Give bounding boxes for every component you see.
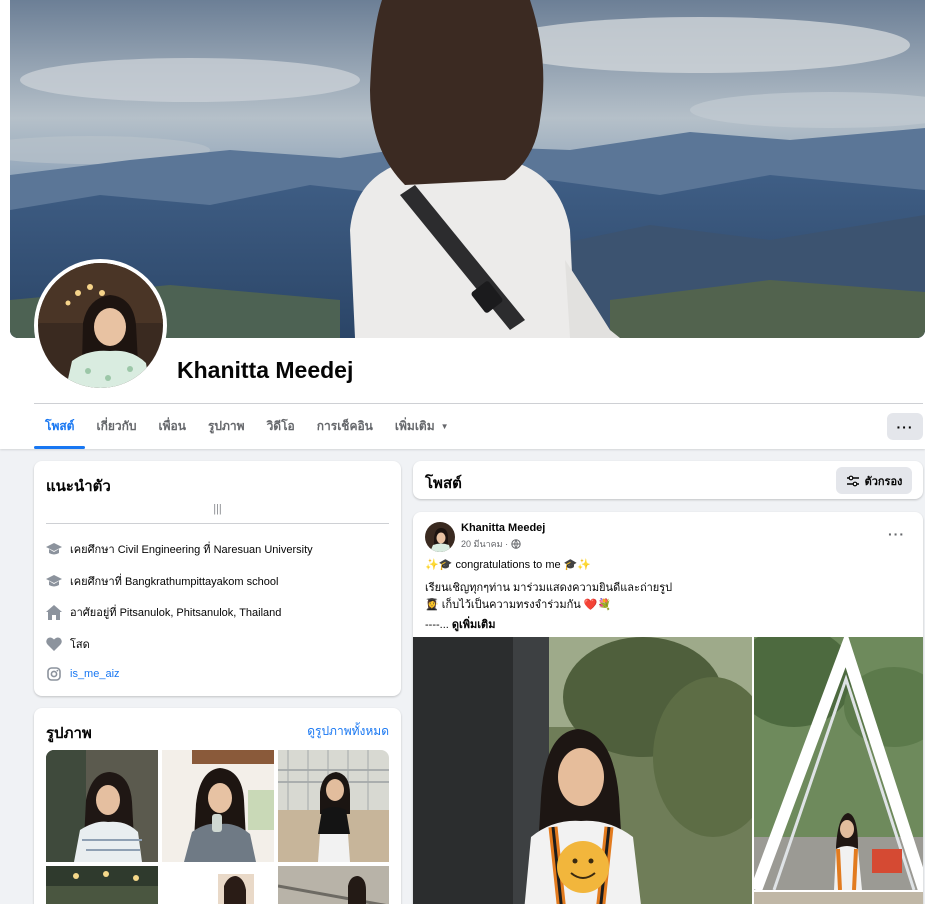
intro-bars: |||: [213, 503, 222, 515]
tab-about[interactable]: เกี่ยวกับ: [85, 404, 147, 448]
tab-videos[interactable]: วิดีโอ: [256, 404, 306, 448]
posts-header-card: โพสต์ ตัวกรอง: [413, 461, 923, 499]
photos-title: รูปภาพ: [46, 725, 92, 742]
more-options-button[interactable]: ···: [887, 413, 923, 440]
post-options-button[interactable]: ···: [888, 526, 905, 542]
intro-item-instagram: is_me_aiz: [46, 666, 120, 682]
profile-name: Khanitta Meedej: [177, 357, 354, 383]
profile-avatar[interactable]: [34, 259, 167, 392]
instagram-icon: [46, 666, 62, 682]
profile-header: Khanitta Meedej โพสต์ เกี่ยวกับ เพื่อน ร…: [0, 0, 925, 449]
post-meta: 20 มีนาคม ·: [461, 537, 521, 551]
tab-more[interactable]: เพิ่มเติม ▼: [384, 404, 460, 448]
graduation-cap-icon: [46, 573, 62, 589]
post-card: Khanitta Meedej 20 มีนาคม · ··· ✨🎓 congr…: [413, 512, 923, 904]
photo-thumbnail[interactable]: [46, 866, 158, 904]
photos-card: รูปภาพ ดูรูปภาพทั้งหมด: [34, 708, 401, 904]
photo-thumbnail[interactable]: [278, 750, 389, 862]
globe-icon: [511, 539, 521, 549]
filter-button[interactable]: ตัวกรอง: [836, 467, 912, 494]
post-text-line: เรียนเชิญทุกๆท่าน มาร่วมแสดงความยินดีและ…: [425, 582, 673, 594]
posts-title: โพสต์: [425, 475, 462, 492]
intro-item-education-university: เคยศึกษา Civil Engineering ที่ Naresuan …: [46, 540, 313, 558]
filter-label: ตัวกรอง: [864, 475, 903, 488]
post-photo[interactable]: [754, 637, 923, 890]
post-author-name[interactable]: Khanitta Meedej: [461, 522, 545, 534]
home-icon: [46, 604, 62, 620]
photo-thumbnail[interactable]: [46, 750, 158, 862]
post-text-line: ----... ดูเพิ่มเติม: [425, 619, 496, 631]
post-photo[interactable]: [413, 637, 752, 904]
post-text-line: ✨🎓 congratulations to me 🎓✨: [425, 559, 592, 571]
sparkles-graduation-cap-icon: ✨🎓: [425, 559, 453, 571]
photo-thumbnail[interactable]: [278, 866, 389, 904]
graduation-cap-icon: [46, 541, 62, 557]
graduate-icon: 👩‍🎓: [425, 599, 439, 611]
instagram-link[interactable]: is_me_aiz: [70, 668, 120, 680]
intro-item-relationship: โสด: [46, 635, 90, 653]
heart-bouquet-icon: ❤️💐: [583, 599, 612, 611]
graduation-cap-sparkles-icon: 🎓✨: [563, 559, 592, 571]
heart-icon: [46, 636, 62, 652]
post-date[interactable]: 20 มีนาคม ·: [461, 537, 508, 551]
tab-checkins[interactable]: การเช็คอิน: [306, 404, 384, 448]
see-more-link[interactable]: ดูเพิ่มเติม: [452, 619, 496, 631]
tab-friends[interactable]: เพื่อน: [148, 404, 197, 448]
tab-photos[interactable]: รูปภาพ: [197, 404, 256, 448]
photo-thumbnail[interactable]: [162, 866, 274, 904]
see-all-photos-link[interactable]: ดูรูปภาพทั้งหมด: [307, 722, 389, 741]
caret-down-icon: ▼: [440, 421, 449, 431]
filter-icon: [846, 475, 859, 486]
intro-item-lives-in: อาศัยอยู่ที่ Pitsanulok, Phitsanulok, Th…: [46, 603, 281, 621]
intro-divider: [46, 523, 389, 524]
tab-posts[interactable]: โพสต์: [34, 404, 86, 449]
post-author-avatar[interactable]: [425, 522, 455, 552]
intro-title: แนะนำตัว: [46, 478, 111, 495]
post-text-line: 👩‍🎓 เก็บไว้เป็นความทรงจำร่วมกัน ❤️💐: [425, 599, 612, 611]
post-photo[interactable]: [754, 892, 923, 904]
profile-tabs: โพสต์ เกี่ยวกับ เพื่อน รูปภาพ วิดีโอ การ…: [34, 404, 460, 449]
tab-more-label: เพิ่มเติม: [394, 418, 435, 433]
photo-thumbnail[interactable]: [162, 750, 274, 862]
intro-item-education-school: เคยศึกษาที่ Bangkrathumpittayakom school: [46, 572, 278, 590]
intro-card: แนะนำตัว ||| เคยศึกษา Civil Engineering …: [34, 461, 401, 696]
